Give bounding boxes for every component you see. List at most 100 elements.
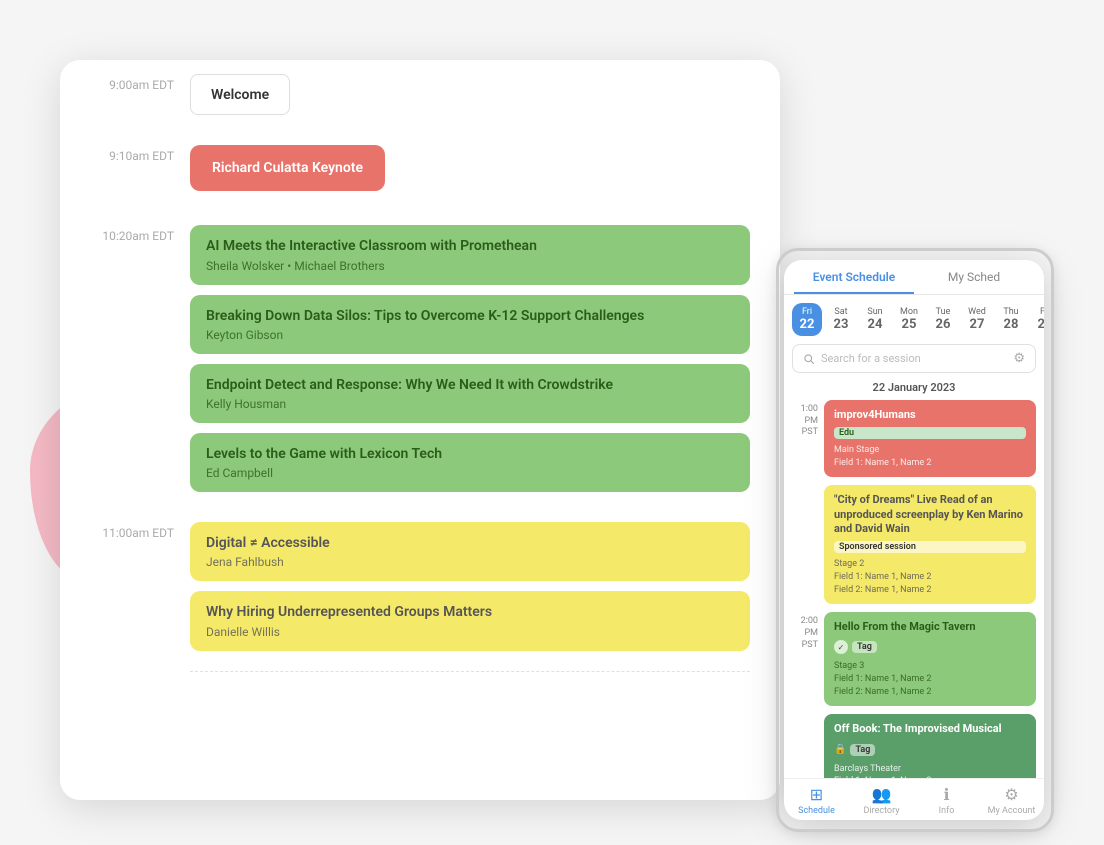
mobile-card-tag-offbook: Tag: [850, 744, 875, 756]
filter-icon[interactable]: ⚙: [1013, 351, 1025, 366]
session-title-s3: Endpoint Detect and Response: Why We Nee…: [206, 376, 734, 394]
session-s5[interactable]: Digital ≠ Accessible Jena Fahlbush: [190, 522, 750, 581]
date-chip-24[interactable]: Sun 24: [860, 303, 890, 336]
mobile-time-1: 1:00PMPST: [792, 400, 818, 439]
sessions-col-910: Richard Culatta Keynote: [190, 131, 750, 191]
mobile-card-venue-offbook: Barclays Theater Field 1: Name 1, Name 2: [834, 763, 1026, 778]
scene: 9:00am EDT Welcome 9:10am EDT Richard Cu…: [0, 0, 1104, 845]
directory-icon: 👥: [872, 785, 892, 804]
session-title-s2: Breaking Down Data Silos: Tips to Overco…: [206, 307, 734, 325]
day-num-28: 28: [1004, 317, 1019, 332]
mobile-card-magic-tavern[interactable]: Hello From the Magic Tavern ✓ Tag Stage …: [824, 612, 1036, 706]
session-speaker-s6: Danielle Willis: [206, 625, 734, 639]
tab-my-sched[interactable]: My Sched: [914, 260, 1034, 294]
schedule-icon: ⊞: [810, 785, 823, 804]
session-s6[interactable]: Why Hiring Underrepresented Groups Matte…: [190, 591, 750, 650]
mobile-card-venue-city: Stage 2 Field 1: Name 1, Name 2 Field 2:…: [834, 558, 1026, 596]
nav-account-label: My Account: [988, 806, 1036, 816]
date-chip-28[interactable]: Thu 28: [996, 303, 1026, 336]
mobile-card-city-dreams[interactable]: "City of Dreams" Live Read of an unprodu…: [824, 485, 1036, 604]
day-name-27: Wed: [968, 307, 986, 317]
schedule-inner: 9:00am EDT Welcome 9:10am EDT Richard Cu…: [60, 60, 780, 800]
time-slot-1020: 10:20am EDT AI Meets the Interactive Cla…: [60, 211, 750, 492]
session-s3[interactable]: Endpoint Detect and Response: Why We Nee…: [190, 364, 750, 423]
session-speaker-s4: Ed Campbell: [206, 466, 734, 480]
date-chip-22[interactable]: Fri 22: [792, 303, 822, 336]
nav-info[interactable]: ℹ Info: [914, 785, 979, 816]
sessions-col-900: Welcome: [190, 60, 750, 115]
day-name-22: Fri: [802, 307, 812, 317]
schedule-panel: 9:00am EDT Welcome 9:10am EDT Richard Cu…: [60, 60, 780, 800]
mobile-app-panel: Event Schedule My Sched Fri 22 Sat 23 Su…: [784, 260, 1044, 820]
mobile-time-4: [792, 714, 818, 718]
day-num-24: 24: [868, 317, 883, 332]
mobile-time-row-1: 1:00PMPST improv4Humans Edu Main Stage F…: [792, 400, 1036, 477]
date-chip-26[interactable]: Tue 26: [928, 303, 958, 336]
day-name-24: Sun: [867, 307, 882, 317]
mobile-time-3: 2:00PMPST: [792, 612, 818, 651]
info-icon: ℹ: [943, 785, 949, 804]
date-chip-25[interactable]: Mon 25: [894, 303, 924, 336]
date-header: 22 January 2023: [784, 377, 1044, 396]
session-s4[interactable]: Levels to the Game with Lexicon Tech Ed …: [190, 433, 750, 492]
mobile-time-2: [792, 485, 818, 489]
day-num-26: 26: [936, 317, 951, 332]
nav-account[interactable]: ⚙ My Account: [979, 785, 1044, 816]
mobile-card-improv4humans[interactable]: improv4Humans Edu Main Stage Field 1: Na…: [824, 400, 1036, 477]
date-chip-27[interactable]: Wed 27: [962, 303, 992, 336]
divider: [190, 671, 750, 672]
session-welcome[interactable]: Welcome: [190, 74, 290, 115]
check-icon: ✓: [834, 640, 848, 654]
account-icon: ⚙: [1004, 785, 1018, 804]
mobile-card-title-offbook: Off Book: The Improvised Musical: [834, 722, 1026, 736]
mobile-card-tag-edu: Edu: [834, 427, 1026, 439]
day-name-29: Fri: [1040, 307, 1044, 317]
mobile-card-off-book[interactable]: Off Book: The Improvised Musical 🔒 Tag B…: [824, 714, 1036, 778]
session-title-welcome: Welcome: [211, 87, 269, 103]
session-title-s5: Digital ≠ Accessible: [206, 534, 734, 552]
day-name-26: Tue: [936, 307, 951, 317]
session-speaker-s1: Sheila Wolsker • Michael Brothers: [206, 259, 734, 273]
day-name-23: Sat: [834, 307, 847, 317]
sessions-col-1020: AI Meets the Interactive Classroom with …: [190, 211, 750, 492]
session-title-s6: Why Hiring Underrepresented Groups Matte…: [206, 603, 734, 621]
search-placeholder: Search for a session: [821, 352, 1007, 365]
session-title-keynote: Richard Culatta Keynote: [212, 159, 363, 177]
session-speaker-s5: Jena Fahlbush: [206, 555, 734, 569]
day-num-27: 27: [970, 317, 985, 332]
mobile-card-venue-magic: Stage 3 Field 1: Name 1, Name 2 Field 2:…: [834, 660, 1026, 698]
mobile-card-venue-improv: Main Stage Field 1: Name 1, Name 2: [834, 444, 1026, 469]
session-s2[interactable]: Breaking Down Data Silos: Tips to Overco…: [190, 295, 750, 354]
time-label-1100: 11:00am EDT: [60, 508, 190, 540]
day-name-25: Mon: [900, 307, 918, 317]
nav-schedule[interactable]: ⊞ Schedule: [784, 785, 849, 816]
day-num-25: 25: [902, 317, 917, 332]
date-chip-29[interactable]: Fri 29: [1030, 303, 1044, 336]
session-s1[interactable]: AI Meets the Interactive Classroom with …: [190, 225, 750, 284]
mobile-card-tag-magic: Tag: [852, 641, 877, 653]
mobile-card-title-city: "City of Dreams" Live Read of an unprodu…: [834, 493, 1026, 536]
session-keynote[interactable]: Richard Culatta Keynote: [190, 145, 385, 191]
mobile-sessions: 1:00PMPST improv4Humans Edu Main Stage F…: [784, 396, 1044, 778]
nav-info-label: Info: [939, 806, 955, 816]
mobile-card-lock-row: 🔒 Tag: [834, 742, 1026, 758]
nav-schedule-label: Schedule: [798, 806, 835, 816]
time-slot-900: 9:00am EDT Welcome: [60, 60, 750, 115]
session-title-s1: AI Meets the Interactive Classroom with …: [206, 237, 734, 255]
date-chip-23[interactable]: Sat 23: [826, 303, 856, 336]
session-speaker-s2: Keyton Gibson: [206, 328, 734, 342]
tab-event-schedule[interactable]: Event Schedule: [794, 260, 914, 294]
mobile-tabs: Event Schedule My Sched: [784, 260, 1044, 295]
time-label-1020: 10:20am EDT: [60, 211, 190, 243]
nav-directory[interactable]: 👥 Directory: [849, 785, 914, 816]
time-slot-910: 9:10am EDT Richard Culatta Keynote: [60, 131, 750, 191]
mobile-card-tag-sponsored: Sponsored session: [834, 541, 1026, 553]
time-slot-1100: 11:00am EDT Digital ≠ Accessible Jena Fa…: [60, 508, 750, 650]
nav-directory-label: Directory: [864, 806, 900, 816]
mobile-card-title-magic: Hello From the Magic Tavern: [834, 620, 1026, 634]
mobile-time-row-2: "City of Dreams" Live Read of an unprodu…: [792, 485, 1036, 604]
day-num-23: 23: [834, 317, 849, 332]
search-bar[interactable]: Search for a session ⚙: [792, 344, 1036, 373]
day-num-22: 22: [800, 317, 815, 332]
date-nav: Fri 22 Sat 23 Sun 24 Mon 25 Tue 26 Wed 2…: [784, 295, 1044, 340]
